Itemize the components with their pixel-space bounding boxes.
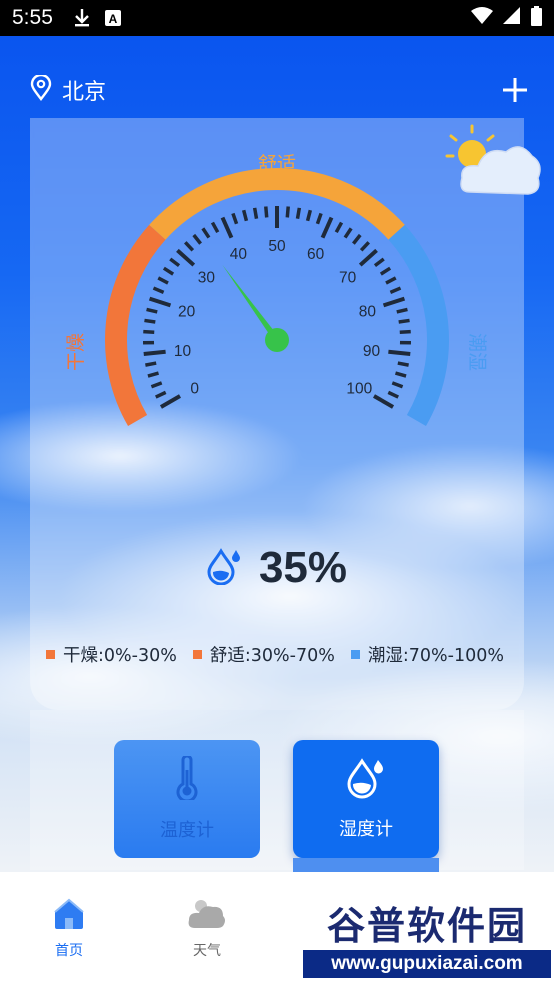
gauge-tick-label: 0 — [190, 381, 199, 398]
thermometer-tile[interactable]: 温度计 — [114, 740, 260, 858]
gauge-minor-tick — [399, 329, 411, 335]
humidity-drop-icon — [207, 547, 243, 589]
gauge-major-tick — [148, 296, 172, 308]
hygrometer-tile[interactable]: 湿度计 — [293, 740, 439, 858]
gauge-major-tick — [358, 248, 378, 267]
gauge-tick-label: 60 — [307, 246, 325, 263]
gauge-minor-tick — [147, 371, 160, 378]
gauge-tick-label: 50 — [268, 238, 286, 255]
watermark-title: 谷普软件园 — [303, 896, 551, 948]
gauge-minor-tick — [155, 390, 167, 399]
gauge-minor-tick — [241, 209, 249, 222]
gauge-minor-tick — [389, 286, 402, 294]
cloud-icon — [187, 898, 227, 934]
gauge-minor-tick — [343, 227, 353, 239]
gauge-minor-tick — [144, 318, 156, 324]
humidity-legend: 干燥:0%-30% 舒适:30%-70% 潮湿:70%-100% — [46, 642, 526, 666]
card-lower-panel — [30, 710, 524, 870]
sun-cloud-icon — [445, 124, 541, 195]
legend-item-dry: 干燥:0%-30% — [46, 642, 177, 667]
gauge-minor-tick — [169, 257, 181, 268]
gauge-major-tick — [143, 349, 166, 356]
gauge-minor-tick — [162, 266, 175, 276]
gauge-minor-tick — [252, 207, 259, 220]
gauge-major-tick — [320, 216, 334, 239]
gauge-minor-tick — [334, 221, 344, 234]
gauge-arc-humid — [388, 224, 449, 426]
gauge-minor-tick — [398, 318, 410, 324]
gauge-needle-hub — [265, 328, 289, 352]
gauge-major-tick — [382, 296, 406, 308]
gauge-tick-label: 70 — [339, 269, 357, 286]
gauge-major-tick — [159, 394, 182, 409]
nav-item-weather[interactable]: 天气 — [152, 872, 262, 972]
gauge-minor-tick — [152, 286, 165, 294]
legend-label: 干燥:0%-30% — [63, 645, 177, 666]
gauge-major-tick — [372, 394, 395, 409]
gauge-minor-tick — [315, 212, 323, 225]
watermark-url: www.gupuxiazai.com — [303, 950, 551, 978]
watermark-logo: 谷普软件园 www.gupuxiazai.com — [303, 896, 551, 980]
gauge-tick-label: 30 — [198, 269, 216, 286]
gauge-minor-tick — [394, 371, 407, 378]
gauge-minor-tick — [387, 390, 399, 399]
gauge-minor-tick — [264, 206, 269, 218]
gauge-minor-tick — [379, 266, 392, 276]
gauge-minor-tick — [157, 276, 169, 285]
legend-item-comfort: 舒适:30%-70% — [192, 642, 335, 667]
legend-item-humid: 潮湿:70%-100% — [350, 642, 505, 667]
gauge-minor-tick — [295, 207, 302, 220]
thermometer-label: 温度计 — [160, 820, 214, 841]
gauge-tick-label: 100 — [346, 381, 372, 398]
gauge-major-tick — [220, 216, 234, 239]
gauge-minor-tick — [210, 221, 220, 234]
legend-swatch — [46, 649, 55, 659]
home-icon — [51, 898, 87, 934]
gauge-minor-tick — [359, 241, 371, 252]
legend-label: 潮湿:70%-100% — [367, 645, 505, 666]
zone-label-humid: 潮湿 — [466, 333, 488, 371]
gauge-minor-tick — [192, 233, 202, 245]
gauge-minor-tick — [305, 209, 313, 222]
gauge-minor-tick — [391, 381, 404, 389]
nav-item-home[interactable]: 首页 — [14, 872, 124, 972]
humidity-value: 35% — [258, 543, 348, 592]
gauge-minor-tick — [201, 227, 211, 239]
nav-label-weather: 天气 — [193, 943, 221, 959]
gauge-minor-tick — [143, 329, 155, 335]
gauge-minor-tick — [183, 241, 195, 252]
humidity-drop-icon — [346, 757, 386, 803]
gauge-major-tick — [176, 248, 196, 267]
gauge-minor-tick — [385, 276, 397, 285]
gauge-minor-tick — [396, 307, 408, 314]
gauge-minor-tick — [145, 361, 157, 367]
gauge-minor-tick — [373, 257, 385, 268]
zone-label-comfort: 舒适 — [258, 153, 296, 175]
humidity-gauge: 0 10 20 30 40 50 60 70 80 90 100 舒适 干燥 潮湿 — [65, 124, 541, 426]
gauge-tick-label: 80 — [359, 304, 377, 321]
gauge-tick-label: 90 — [363, 343, 381, 360]
gauge-minor-tick — [285, 206, 290, 218]
gauge-minor-tick — [397, 361, 409, 367]
hygrometer-label: 湿度计 — [339, 819, 393, 840]
legend-swatch — [350, 649, 360, 659]
hygrometer-tile-reflection — [293, 858, 439, 872]
legend-label: 舒适:30%-70% — [209, 645, 335, 666]
gauge-tick-label: 40 — [230, 246, 248, 263]
gauge-minor-tick — [150, 381, 163, 389]
legend-swatch — [192, 649, 202, 659]
gauge-minor-tick — [231, 212, 239, 225]
gauge-arc-dry — [105, 224, 166, 426]
zone-label-dry: 干燥 — [65, 333, 87, 371]
gauge-minor-tick — [146, 307, 158, 314]
nav-label-home: 首页 — [55, 943, 83, 959]
gauge-tick-label: 10 — [174, 343, 192, 360]
gauge-minor-tick — [352, 233, 362, 245]
thermometer-icon — [175, 754, 199, 804]
gauge-major-tick — [388, 349, 411, 356]
humidity-reading: 35% — [0, 538, 554, 598]
gauge-tick-label: 20 — [178, 304, 196, 321]
